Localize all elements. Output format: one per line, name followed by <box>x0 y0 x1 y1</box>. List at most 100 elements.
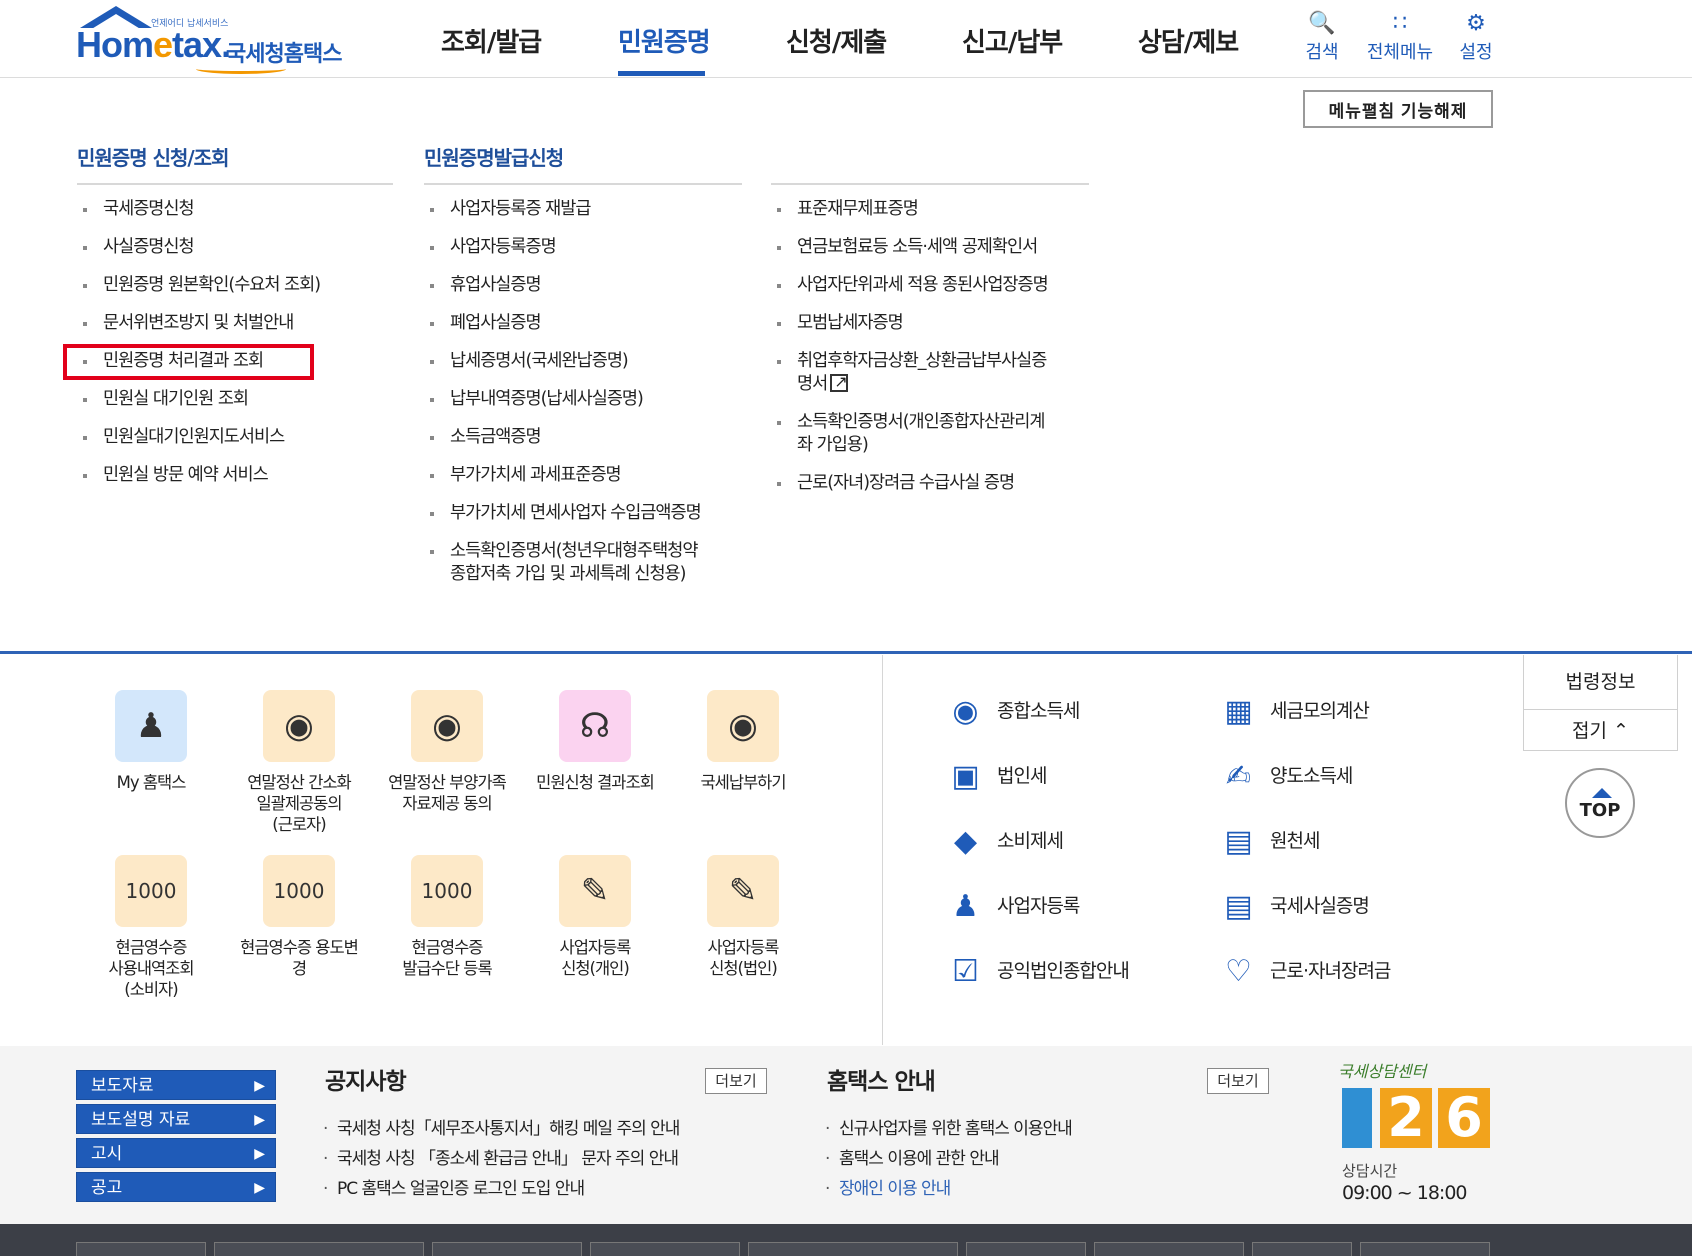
menu-item[interactable]: 소득금액증명 <box>424 426 701 449</box>
menu-item-multiline[interactable]: 소득확인증명서(개인종합자산관리계 좌 가입용) <box>771 411 1048 457</box>
quick-yearend-dependent[interactable]: ◉ 연말정산 부양가족 자료제공 동의 <box>372 690 522 814</box>
law-info-link[interactable]: 법령정보 <box>1524 667 1677 694</box>
menu-item[interactable]: 사실증명신청 <box>77 236 320 259</box>
tax-link-simulator[interactable]: ▦ 세금모의계산 <box>1218 691 1370 731</box>
receipt-icon: 1000 <box>125 879 177 903</box>
notice-gonggo-link[interactable]: 공고 ▶ <box>76 1172 276 1202</box>
bottom-site-bar <box>0 1224 1692 1256</box>
quick-pay-tax[interactable]: ◉ 국세납부하기 <box>668 690 818 793</box>
highlight-box <box>63 344 314 380</box>
menu-item[interactable]: 모범납세자증명 <box>771 312 1048 335</box>
arrow-up-icon <box>1592 788 1612 798</box>
scroll-top-button[interactable]: TOP <box>1565 768 1635 838</box>
quick-yearend-simple[interactable]: ◉ 연말정산 간소화 일괄제공동의 (근로자) <box>224 690 374 835</box>
tax-link-public-corp[interactable]: ☑ 공익법인종합안내 <box>945 951 1130 991</box>
chevron-right-icon: ▶ <box>254 1112 265 1128</box>
side-fold-button[interactable]: 접기 ⌃ <box>1524 709 1677 751</box>
chevron-right-icon: ▶ <box>254 1180 265 1196</box>
search-button[interactable]: 🔍 검색 <box>1287 10 1357 64</box>
active-nav-underline <box>618 71 705 76</box>
menu-item[interactable]: 민원증명 원본확인(수요처 조회) <box>77 274 321 297</box>
menu-item[interactable]: 사업자등록증명 <box>424 236 701 259</box>
register-icon: ✎ <box>580 871 610 911</box>
moneybag-icon: ◉ <box>432 706 462 746</box>
quick-receipt-history[interactable]: 1000 현금영수증 사용내역조회 (소비자) <box>76 855 226 1000</box>
gear-icon: ⚙ <box>1466 11 1486 36</box>
call-center-banner: 국세상담센터 2 6 상담시간 09:00 ~ 18:00 <box>1338 1058 1498 1208</box>
menu-item[interactable]: 민원실 방문 예약 서비스 <box>77 464 320 487</box>
notice-more-button[interactable]: 더보기 <box>705 1068 767 1094</box>
hometax-logo[interactable]: 언제어디 납세서비스 Hometax. 국세청홈택스 <box>76 6 356 74</box>
guide-item[interactable]: 신규사업자를 위한 홈택스 이용안내 <box>825 1114 1073 1144</box>
quick-business-register-personal[interactable]: ✎ 사업자등록 신청(개인) <box>520 855 670 979</box>
menu-item[interactable]: 사업자단위과세 적용 종된사업장증명 <box>771 274 1049 297</box>
quick-my-hometax[interactable]: ♟ My 홈택스 <box>76 690 226 793</box>
quick-receipt-register[interactable]: 1000 현금영수증 발급수단 등록 <box>372 855 522 979</box>
call-number-126: 2 6 <box>1338 1082 1493 1152</box>
diamond-icon: ◆ <box>953 823 977 859</box>
tax-link-fact-certificate[interactable]: ▤ 국세사실증명 <box>1218 886 1370 926</box>
menu-item[interactable]: 민원실대기인원지도서비스 <box>77 426 320 449</box>
megamenu-col2-title: 민원증명발급신청 <box>424 146 564 170</box>
nav-consult-report[interactable]: 상담/제보 <box>1138 22 1239 59</box>
tax-link-withholding[interactable]: ▤ 원천세 <box>1218 821 1320 861</box>
menu-item[interactable]: 근로(자녀)장려금 수급사실 증명 <box>771 472 1048 495</box>
quick-receipt-change[interactable]: 1000 현금영수증 용도변 경 <box>224 855 374 979</box>
guide-item[interactable]: 홈택스 이용에 관한 안내 <box>825 1144 1072 1174</box>
user-icon: ♟ <box>135 706 167 746</box>
quick-business-register-corp[interactable]: ✎ 사업자등록 신청(법인) <box>668 855 818 979</box>
tax-link-business-register[interactable]: ♟ 사업자등록 <box>945 886 1080 926</box>
nav-report-pay[interactable]: 신고/납부 <box>962 22 1063 59</box>
menu-item[interactable]: 폐업사실증명 <box>424 312 701 335</box>
money-sack-icon: ◉ <box>952 693 978 729</box>
tax-link-consumption[interactable]: ◆ 소비제세 <box>945 821 1064 861</box>
notice-item[interactable]: PC 홈택스 얼굴인증 로그인 도입 안내 <box>323 1174 679 1204</box>
guide-item-accessibility[interactable]: 장애인 이용 안내 <box>825 1174 1072 1204</box>
external-link-icon <box>830 370 849 393</box>
menu-item[interactable]: 표준재무제표증명 <box>771 198 1048 221</box>
notice-gosi-link[interactable]: 고시 ▶ <box>76 1138 276 1168</box>
menu-item[interactable]: 국세증명신청 <box>77 198 320 221</box>
menu-item[interactable]: 부가가치세 과세표준증명 <box>424 464 701 487</box>
menu-item-multiline[interactable]: 소득확인증명서(청년우대형주택청약 종합저축 가입 및 과세특례 신청용) <box>424 540 701 586</box>
notice-item[interactable]: 국세청 사칭 「종소세 환급금 안내」 문자 주의 안내 <box>323 1144 679 1174</box>
search-icon: 🔍 <box>1308 11 1336 36</box>
notice-item[interactable]: 국세청 사칭「세무조사통지서」해킹 메일 주의 안내 <box>323 1114 680 1144</box>
building-icon: ▣ <box>951 758 979 794</box>
tax-link-income[interactable]: ◉ 종합소득세 <box>945 691 1080 731</box>
nav-apply-submit[interactable]: 신청/제출 <box>786 22 887 59</box>
guide-more-button[interactable]: 더보기 <box>1207 1068 1269 1094</box>
guide-title: 홈택스 안내 <box>827 1069 936 1095</box>
menu-item[interactable]: 연금보험료등 소득·세액 공제확인서 <box>771 236 1048 259</box>
receipt-icon: 1000 <box>273 879 325 903</box>
chevron-right-icon: ▶ <box>254 1146 265 1162</box>
press-explanation-link[interactable]: 보도설명 자료 ▶ <box>76 1104 276 1134</box>
quick-civil-result[interactable]: ☊ 민원신청 결과조회 <box>520 690 670 793</box>
nav-inquiry-issue[interactable]: 조회/발급 <box>441 22 542 59</box>
notice-list: 국세청 사칭「세무조사통지서」해킹 메일 주의 안내 국세청 사칭 「종소세 환… <box>323 1114 680 1204</box>
menu-item[interactable]: 민원실 대기인원 조회 <box>77 388 320 411</box>
moneybag-icon: ◉ <box>728 706 758 746</box>
menu-item[interactable]: 사업자등록증 재발급 <box>424 198 701 221</box>
menu-item[interactable]: 휴업사실증명 <box>424 274 701 297</box>
document-icon: ▤ <box>1224 888 1252 924</box>
menu-item[interactable]: 문서위변조방지 및 처벌안내 <box>77 312 320 335</box>
tax-link-transfer[interactable]: ✍ 양도소득세 <box>1218 756 1353 796</box>
megamenu-col1-title: 민원증명 신청/조회 <box>77 146 229 170</box>
menu-item[interactable]: 납부내역증명(납세사실증명) <box>424 388 701 411</box>
settings-button[interactable]: ⚙ 설정 <box>1441 10 1511 64</box>
press-release-link[interactable]: 보도자료 ▶ <box>76 1070 276 1100</box>
menu-item[interactable]: 납세증명서(국세완납증명) <box>424 350 701 373</box>
tax-link-corporate[interactable]: ▣ 법인세 <box>945 756 1047 796</box>
all-menu-button[interactable]: ∷ 전체메뉴 <box>1362 10 1438 64</box>
calculator-icon: ▦ <box>1224 693 1252 729</box>
nav-civil-certificate[interactable]: 민원증명 <box>618 22 711 59</box>
guide-list: 신규사업자를 위한 홈택스 이용안내 홈택스 이용에 관한 안내 장애인 이용 … <box>825 1114 1073 1204</box>
menu-item-external[interactable]: 취업후학자금상환_상환금납부사실증 명서 <box>771 350 1048 396</box>
menu-unfold-toggle-button[interactable]: 메뉴펼침 기능해제 <box>1303 90 1493 128</box>
tax-link-earned-income-credit[interactable]: ♡ 근로·자녀장려금 <box>1218 951 1391 991</box>
megamenu-bottom-border <box>0 651 1692 654</box>
person-icon: ♟ <box>952 888 979 924</box>
document-pen-icon: ✍ <box>1225 758 1251 794</box>
menu-item[interactable]: 부가가치세 면세사업자 수입금액증명 <box>424 502 702 525</box>
